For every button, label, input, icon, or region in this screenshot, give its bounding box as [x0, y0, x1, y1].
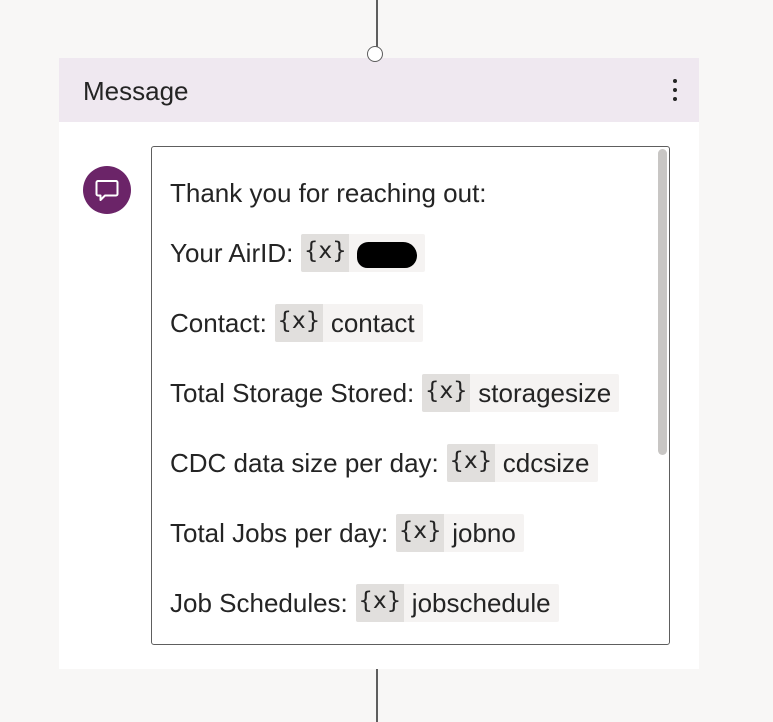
variable-chip[interactable]: {x} jobschedule [355, 584, 559, 622]
more-vertical-icon-dot [673, 88, 677, 92]
message-text-editor[interactable]: Thank you for reaching out: Your AirID: … [151, 146, 670, 645]
variable-name: storagesize [478, 378, 612, 408]
more-vertical-icon [673, 79, 677, 83]
message-field-line: Total Storage Stored: {x} storagesize [170, 374, 620, 412]
variable-name: jobno [452, 518, 516, 548]
variable-icon: {x} [446, 444, 495, 482]
message-node-card[interactable]: Message Thank you for reaching out: Your… [59, 58, 699, 669]
variable-icon: {x} [301, 234, 350, 272]
field-label: Total Storage Stored: [170, 378, 415, 408]
connector-line-bottom [376, 669, 378, 722]
chat-bubble-icon [83, 166, 131, 214]
field-label: Total Jobs per day: [170, 518, 389, 548]
message-field-line: Your AirID: {x} [170, 234, 426, 272]
connector-line-top [376, 0, 378, 48]
message-field-line: Job Schedules: {x} jobschedule [170, 584, 559, 622]
variable-name: jobschedule [411, 588, 551, 618]
field-label: CDC data size per day: [170, 448, 439, 478]
message-intro-line: Thank you for reaching out: [170, 174, 487, 212]
field-label: Contact: [170, 308, 267, 338]
variable-name-redacted [349, 234, 425, 272]
field-label: Your AirID: [170, 238, 294, 268]
message-field-line: Total Jobs per day: {x} jobno [170, 514, 524, 552]
message-field-line: CDC data size per day: {x} cdcsize [170, 444, 598, 482]
card-title: Message [83, 76, 189, 106]
card-header: Message [59, 58, 699, 122]
field-label: Job Schedules: [170, 588, 348, 618]
variable-name: cdcsize [502, 448, 590, 478]
message-field-line: Contact: {x} contact [170, 304, 423, 342]
redaction-mark [357, 242, 418, 268]
variable-icon: {x} [396, 514, 445, 552]
message-intro-text: Thank you for reaching out: [170, 178, 487, 208]
variable-chip[interactable]: {x} jobno [396, 514, 524, 552]
variable-name: contact [330, 308, 415, 338]
variable-icon: {x} [274, 304, 323, 342]
variable-icon: {x} [422, 374, 471, 412]
connector-node[interactable] [367, 46, 383, 62]
variable-chip[interactable]: {x} cdcsize [446, 444, 598, 482]
variable-chip[interactable]: {x} storagesize [422, 374, 620, 412]
more-options-button[interactable] [663, 72, 687, 108]
variable-icon: {x} [355, 584, 404, 622]
variable-chip[interactable]: {x} [301, 234, 426, 272]
more-vertical-icon-dot [673, 97, 677, 101]
variable-chip[interactable]: {x} contact [274, 304, 423, 342]
editor-scrollbar[interactable] [658, 149, 667, 455]
